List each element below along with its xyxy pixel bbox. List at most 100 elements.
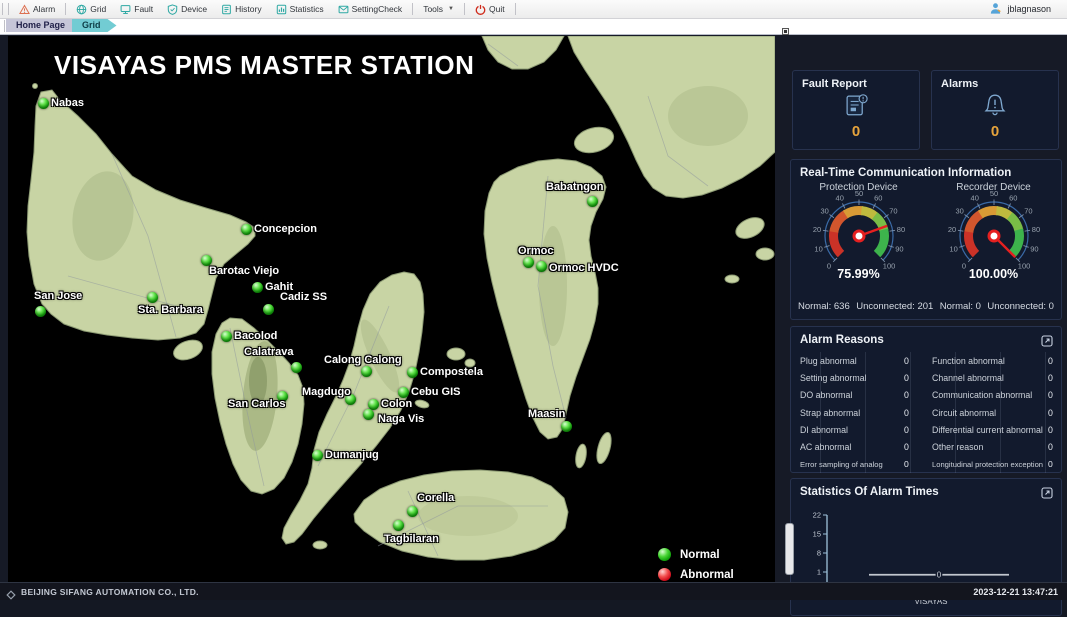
svg-text:22: 22 — [813, 511, 821, 520]
svg-text:70: 70 — [889, 207, 897, 216]
alarm-reason-value: 0 — [900, 425, 932, 435]
station-label-san-jose: San Jose — [34, 290, 82, 302]
alarm-reason-value: 0 — [900, 356, 932, 366]
station-label-ormoc-hvdc: Ormoc HVDC — [549, 262, 619, 274]
tab-grid[interactable]: Grid — [72, 19, 117, 32]
island-camotes-1 — [447, 348, 465, 360]
alarm-reason-value: 0 — [1044, 408, 1055, 418]
svg-text:0: 0 — [826, 262, 830, 271]
station-marker-calatrava[interactable] — [291, 362, 302, 373]
alarm-statistics-expand-icon[interactable] — [1041, 486, 1053, 498]
station-label-colon: Colon — [381, 398, 412, 410]
panel-collapse-handle[interactable] — [782, 28, 789, 35]
islet-2 — [756, 248, 774, 260]
island-se-strip — [594, 431, 614, 465]
svg-text:40: 40 — [970, 194, 978, 203]
tab-home-page[interactable]: Home Page — [6, 19, 81, 32]
station-marker-gahit[interactable] — [252, 282, 263, 293]
vertical-scrollbar-thumb[interactable] — [785, 523, 794, 575]
toolbar-button-tools[interactable]: Tools▼ — [416, 0, 461, 18]
company-name: BEIJING SIFANG AUTOMATION CO., LTD. — [21, 587, 199, 597]
station-marker-nabas[interactable] — [38, 98, 49, 109]
fault-report-title: Fault Report — [793, 71, 919, 90]
station-marker-calong-calong[interactable] — [361, 366, 372, 377]
legend-item-normal: Normal — [658, 548, 734, 561]
toolbar-button-device[interactable]: Device — [160, 0, 214, 18]
station-label-concepcion: Concepcion — [254, 223, 317, 235]
station-marker-naga-vis[interactable] — [363, 409, 374, 420]
globe-icon — [76, 4, 87, 15]
right-panel: Fault Report 0 Alarms 0 Real-Time Commun… — [790, 70, 1062, 617]
station-marker-dumanjug[interactable] — [312, 450, 323, 461]
island-panaon — [574, 443, 588, 468]
toolbar-button-settingcheck[interactable]: SettingCheck — [331, 0, 410, 18]
alarm-reason-label: Function abnormal — [932, 356, 1044, 366]
user-menu[interactable]: jblagnason — [989, 2, 1051, 17]
station-label-calong-calong: Calong Calong — [324, 354, 402, 366]
station-marker-colon[interactable] — [368, 399, 379, 410]
station-label-babatngon: Babatngon — [546, 181, 603, 193]
toolbar-button-history[interactable]: History — [214, 0, 268, 18]
toolbar-button-statistics[interactable]: Statistics — [269, 0, 331, 18]
island-guimaras — [171, 336, 205, 363]
rtci-summary-item: Unconnected: 201 — [856, 301, 933, 312]
svg-text:15: 15 — [813, 530, 821, 539]
company-logo-icon — [6, 587, 16, 597]
svg-text:20: 20 — [947, 225, 955, 234]
station-marker-ormoc-hvdc[interactable] — [536, 261, 547, 272]
station-marker-corella[interactable] — [407, 506, 418, 517]
station-marker-barotac-viejo[interactable] — [201, 255, 212, 266]
station-label-cebu-gis: Cebu GIS — [411, 386, 461, 398]
svg-text:100: 100 — [1017, 262, 1030, 271]
alarms-card[interactable]: Alarms 0 — [931, 70, 1059, 150]
alarm-reason-value: 0 — [900, 459, 932, 469]
island-mactan — [414, 399, 429, 409]
station-marker-cebu-gis[interactable] — [398, 387, 409, 398]
svg-text:60: 60 — [1009, 194, 1017, 203]
visayas-map[interactable]: VISAYAS PMS MASTER STATION NabasConcepci… — [8, 36, 775, 583]
svg-text:60: 60 — [874, 194, 882, 203]
gauge-recorder-device: Recorder Device0102030405060708090100100… — [926, 180, 1061, 281]
main-area: VISAYAS PMS MASTER STATION NabasConcepci… — [0, 34, 1067, 583]
username: jblagnason — [1007, 4, 1051, 14]
station-marker-concepcion[interactable] — [241, 224, 252, 235]
toolbar-separator — [515, 3, 516, 15]
user-icon — [989, 2, 1002, 17]
toolbar-button-grid[interactable]: Grid — [69, 0, 113, 18]
svg-text:0: 0 — [961, 262, 965, 271]
toolbar-button-quit[interactable]: Quit — [468, 0, 512, 18]
island-panay — [27, 90, 255, 340]
station-label-san-carlos: San Carlos — [228, 398, 285, 410]
alarm-reason-row: Error sampling of analog0Longitudinal pr… — [791, 456, 1061, 473]
station-marker-ormoc[interactable] — [523, 257, 534, 268]
station-marker-tagbilaran[interactable] — [393, 520, 404, 531]
alarm-reason-value: 0 — [900, 373, 932, 383]
toolbar-button-alarm[interactable]: Alarm — [12, 0, 62, 18]
alarm-reasons-expand-icon[interactable] — [1041, 334, 1053, 346]
station-marker-babatngon[interactable] — [587, 196, 598, 207]
station-label-magdugo: Magdugo — [302, 386, 351, 398]
alarm-reason-label: DI abnormal — [800, 425, 900, 435]
alarm-reason-row: DI abnormal0Differential current abnorma… — [791, 421, 1061, 438]
main-toolbar: Alarm GridFault Device HistoryStatisticsSet… — [0, 0, 1067, 19]
alarm-reason-label: Circuit abnormal — [932, 408, 1044, 418]
shield-icon — [167, 4, 178, 15]
svg-text:10: 10 — [949, 245, 957, 254]
fault-report-card[interactable]: Fault Report 0 — [792, 70, 920, 150]
station-marker-cadiz-ss[interactable] — [263, 304, 274, 315]
station-marker-maasin[interactable] — [561, 421, 572, 432]
toolbar-button-label: Quit — [489, 4, 505, 14]
toolbar-button-fault[interactable]: Fault — [113, 0, 160, 18]
svg-text:10: 10 — [814, 245, 822, 254]
station-marker-san-jose[interactable] — [35, 306, 46, 317]
station-label-calatrava: Calatrava — [244, 346, 294, 358]
toolbar-button-label: Device — [181, 4, 207, 14]
toolbar-button-label: Alarm — [33, 4, 55, 14]
island-siquijor — [313, 541, 327, 549]
toolbar-separator — [464, 3, 465, 15]
alarm-reason-label: AC abnormal — [800, 442, 900, 452]
station-marker-bacolod[interactable] — [221, 331, 232, 342]
station-marker-compostela[interactable] — [407, 367, 418, 378]
station-marker-sta-barbara[interactable] — [147, 292, 158, 303]
status-bar: BEIJING SIFANG AUTOMATION CO., LTD. 2023… — [0, 582, 1067, 600]
